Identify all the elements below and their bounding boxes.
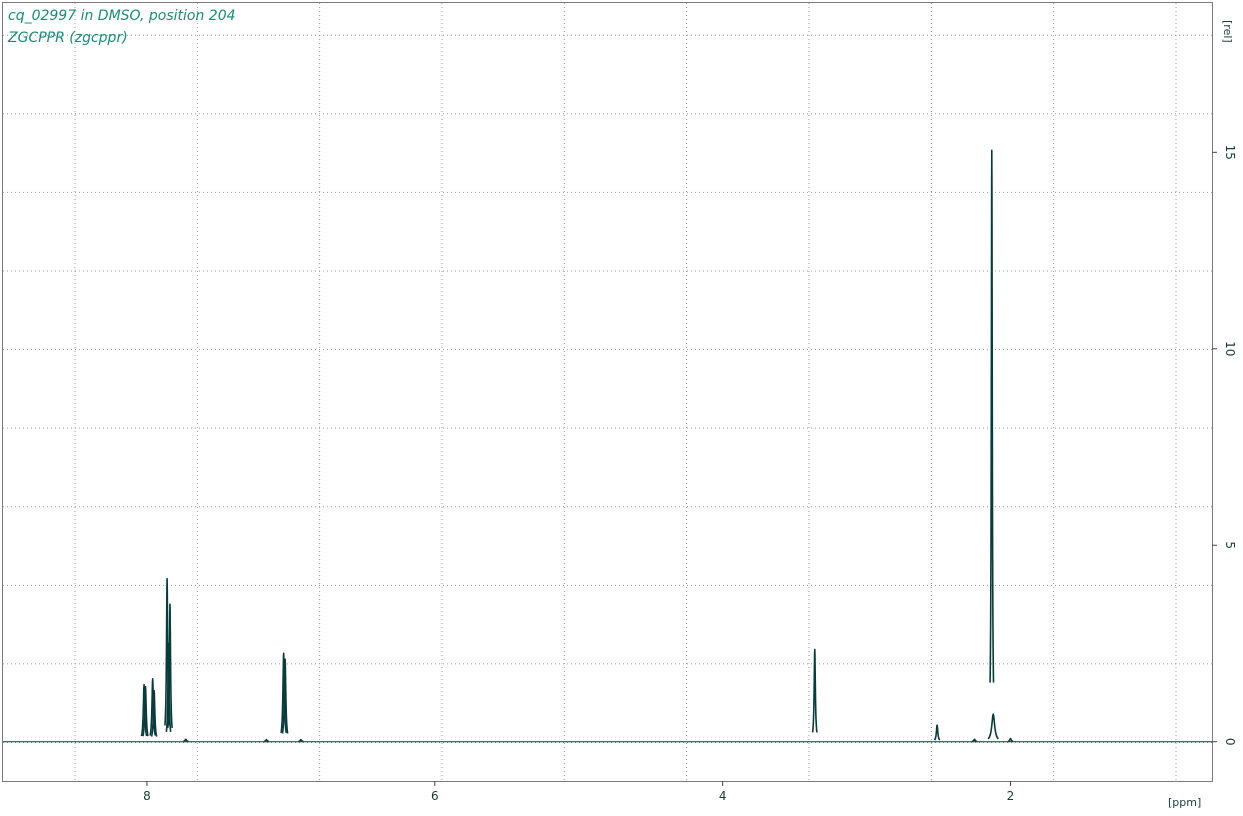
x-tick-label: 4 xyxy=(719,789,727,803)
spectrum-peak xyxy=(933,724,941,741)
y-axis-label: [rel] xyxy=(1221,20,1234,43)
y-tick-label: 0 xyxy=(1223,738,1237,746)
chart-title-line-2: ZGCPPR (zgcppr) xyxy=(7,30,128,46)
y-tick-layer: 0 5 10 15 xyxy=(1212,145,1237,746)
x-axis-label: [ppm] xyxy=(1168,796,1201,809)
nmr-spectrum-chart: 8 6 4 2 0 5 10 15 cq_02997 in DMSO, position 2… xyxy=(0,0,1243,811)
chart-title-line-1: cq_02997 in DMSO, position 204 xyxy=(8,8,236,24)
y-tick-label: 10 xyxy=(1223,341,1237,356)
x-tick-label: 6 xyxy=(431,789,439,803)
spectrum-peak xyxy=(989,149,995,683)
y-tick-label: 5 xyxy=(1223,541,1237,549)
grid-layer xyxy=(3,3,1212,781)
y-tick-label: 15 xyxy=(1223,145,1237,160)
x-tick-label: 2 xyxy=(1007,789,1015,803)
spectrum-peak xyxy=(971,738,978,743)
spectrum-peak xyxy=(811,648,818,733)
plot-frame xyxy=(2,2,1213,782)
spectrum-svg: 8 6 4 2 0 5 10 15 cq_02997 in DMSO, position 2… xyxy=(2,2,1237,809)
series-layer xyxy=(140,149,1014,743)
x-tick-layer: 8 6 4 2 xyxy=(143,781,1014,803)
x-tick-label: 8 xyxy=(143,789,151,803)
spectrum-peak xyxy=(987,713,1000,740)
spectrum-peak xyxy=(182,738,189,743)
spectrum-peak xyxy=(1007,737,1014,743)
